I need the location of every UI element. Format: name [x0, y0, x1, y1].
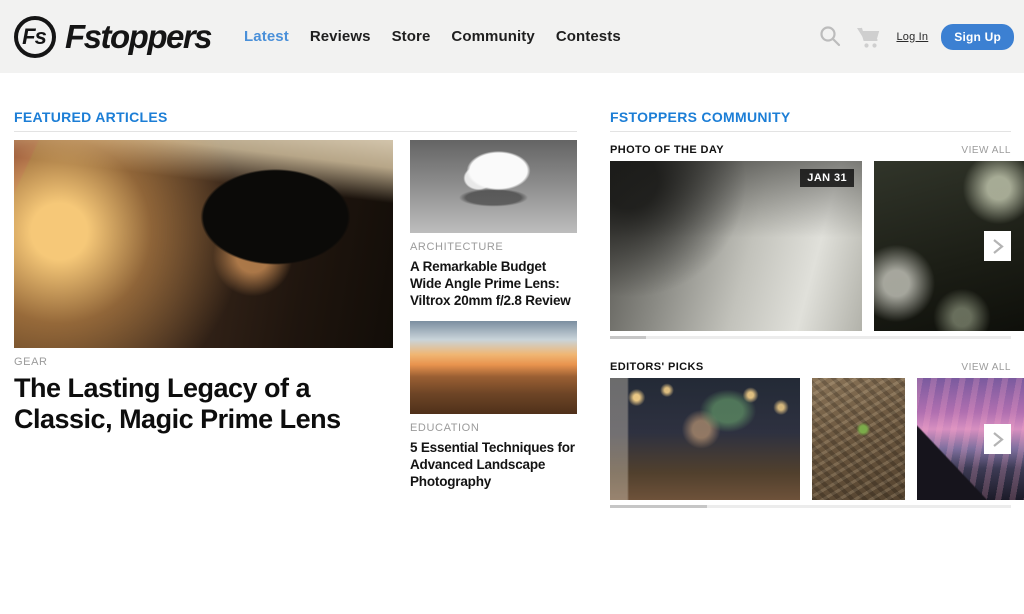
potd-next-button[interactable] — [984, 231, 1011, 261]
side-article-1-title[interactable]: A Remarkable Budget Wide Angle Prime Len… — [410, 258, 577, 309]
potd-date-badge: JAN 31 — [800, 169, 854, 187]
nav-item-latest[interactable]: Latest — [244, 28, 289, 45]
picks-scrollbar[interactable] — [610, 505, 1011, 508]
potd-photo-1[interactable]: JAN 31 — [610, 161, 862, 331]
side-article-1-image[interactable] — [410, 140, 577, 233]
picks-scrollbar-thumb[interactable] — [610, 505, 707, 508]
potd-scrollbar-thumb[interactable] — [610, 336, 646, 339]
chevron-right-icon — [992, 238, 1004, 255]
picks-photo-1[interactable] — [610, 378, 800, 500]
photo-of-the-day-view-all[interactable]: VIEW ALL — [961, 145, 1011, 156]
nav-item-reviews[interactable]: Reviews — [310, 28, 371, 45]
search-icon[interactable] — [819, 25, 842, 48]
featured-articles-heading: FEATURED ARTICLES — [14, 109, 577, 132]
fstoppers-logo[interactable]: Fs Fstoppers — [14, 16, 211, 58]
brand-name: Fstoppers — [65, 18, 211, 56]
editors-picks-header: EDITORS' PICKS VIEW ALL — [610, 361, 1011, 373]
header-actions: Log In Sign Up — [819, 24, 1014, 50]
side-article-2-image[interactable] — [410, 321, 577, 414]
potd-scrollbar[interactable] — [610, 336, 1011, 339]
cart-icon[interactable] — [855, 24, 883, 50]
picks-photo-2[interactable] — [812, 378, 905, 500]
main-nav: Latest Reviews Store Community Contests — [244, 28, 621, 45]
side-article-2-title[interactable]: 5 Essential Techniques for Advanced Land… — [410, 439, 577, 490]
featured-main-category[interactable]: GEAR — [14, 356, 48, 368]
side-article-1: ARCHITECTURE A Remarkable Budget Wide An… — [410, 140, 577, 309]
site-header: Fs Fstoppers Latest Reviews Store Commun… — [0, 0, 1024, 73]
fstoppers-logo-icon: Fs — [14, 16, 56, 58]
picks-next-button[interactable] — [984, 424, 1011, 454]
photo-of-the-day-header: PHOTO OF THE DAY VIEW ALL — [610, 144, 1011, 156]
editors-picks-title: EDITORS' PICKS — [610, 361, 704, 373]
featured-main-article: GEAR The Lasting Legacy of a Classic, Ma… — [14, 140, 393, 490]
community-section: FSTOPPERS COMMUNITY PHOTO OF THE DAY VIE… — [610, 109, 1024, 508]
side-article-2-category[interactable]: EDUCATION — [410, 422, 479, 434]
community-heading: FSTOPPERS COMMUNITY — [610, 109, 1011, 132]
nav-item-store[interactable]: Store — [392, 28, 431, 45]
nav-item-community[interactable]: Community — [451, 28, 534, 45]
login-link[interactable]: Log In — [896, 31, 928, 43]
logo-monogram: Fs — [22, 24, 46, 50]
featured-side-column: ARCHITECTURE A Remarkable Budget Wide An… — [410, 140, 577, 490]
chevron-right-icon — [992, 431, 1004, 448]
featured-main-title[interactable]: The Lasting Legacy of a Classic, Magic P… — [14, 373, 393, 436]
side-article-1-category[interactable]: ARCHITECTURE — [410, 241, 503, 253]
editors-picks-view-all[interactable]: VIEW ALL — [961, 362, 1011, 373]
featured-articles-section: FEATURED ARTICLES GEAR The Lasting Legac… — [14, 109, 577, 490]
photo-of-the-day-title: PHOTO OF THE DAY — [610, 144, 724, 156]
nav-item-contests[interactable]: Contests — [556, 28, 621, 45]
signup-button[interactable]: Sign Up — [941, 24, 1014, 50]
side-article-2: EDUCATION 5 Essential Techniques for Adv… — [410, 321, 577, 490]
featured-row: GEAR The Lasting Legacy of a Classic, Ma… — [14, 140, 577, 490]
photo-of-the-day-carousel: JAN 31 — [610, 161, 1024, 331]
editors-picks-carousel — [610, 378, 1024, 500]
featured-main-image[interactable] — [14, 140, 393, 348]
